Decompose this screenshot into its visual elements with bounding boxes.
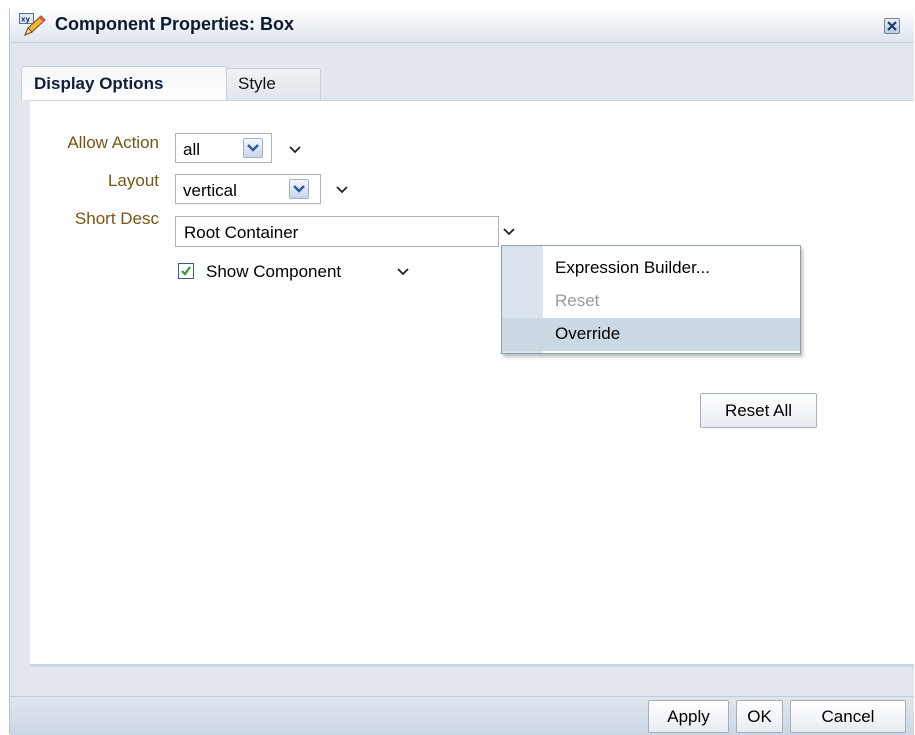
menu-item-label: Reset [555, 291, 600, 310]
short-desc-label: Short Desc [74, 209, 159, 228]
layout-select[interactable]: vertical [175, 174, 321, 204]
reset-all-button[interactable]: Reset All [700, 393, 817, 428]
menu-item-override[interactable]: Override [502, 318, 800, 351]
apply-button[interactable]: Apply [648, 700, 729, 733]
layout-options-chevron-icon[interactable] [335, 185, 349, 195]
show-component-label[interactable]: Show Component [206, 262, 341, 282]
allow-action-select[interactable]: all [175, 133, 272, 163]
ok-button[interactable]: OK [736, 700, 783, 733]
title-bar[interactable]: xy Component Properties: Box [10, 8, 914, 43]
layout-label: Layout [107, 171, 159, 190]
short-desc-options-chevron-icon[interactable] [502, 227, 516, 237]
panel-divider [30, 664, 914, 667]
short-desc-input[interactable]: Root Container [175, 216, 499, 247]
show-component-checkbox[interactable] [178, 263, 194, 279]
allow-action-value: all [183, 140, 201, 159]
allow-action-label: Allow Action [67, 133, 159, 152]
menu-item-expression-builder[interactable]: Expression Builder... [502, 252, 800, 285]
short-desc-value: Root Container [184, 223, 299, 242]
tab-style-label: Style [238, 74, 276, 93]
svg-text:xy: xy [21, 16, 31, 24]
tab-display-options[interactable]: Display Options [21, 66, 227, 100]
cancel-button[interactable]: Cancel [790, 700, 906, 733]
dialog-title: Component Properties: Box [55, 14, 295, 34]
component-properties-dialog: xy Component Properties: Box Display Opt… [9, 8, 914, 735]
close-icon[interactable] [884, 18, 900, 34]
menu-item-label: Override [555, 324, 621, 343]
dropdown-arrow-icon[interactable] [243, 138, 263, 158]
show-component-options-chevron-icon[interactable] [396, 267, 410, 277]
allow-action-options-chevron-icon[interactable] [288, 145, 302, 155]
xy-pencil-icon: xy [19, 13, 46, 37]
property-context-menu: Expression Builder... Reset Override [501, 245, 801, 354]
layout-value: vertical [183, 181, 237, 200]
menu-item-reset: Reset [502, 285, 800, 318]
menu-item-label: Expression Builder... [555, 258, 710, 277]
tab-display-options-label: Display Options [34, 74, 164, 93]
display-options-panel [30, 100, 914, 664]
tab-style[interactable]: Style [213, 68, 321, 100]
dropdown-arrow-icon[interactable] [289, 179, 309, 199]
